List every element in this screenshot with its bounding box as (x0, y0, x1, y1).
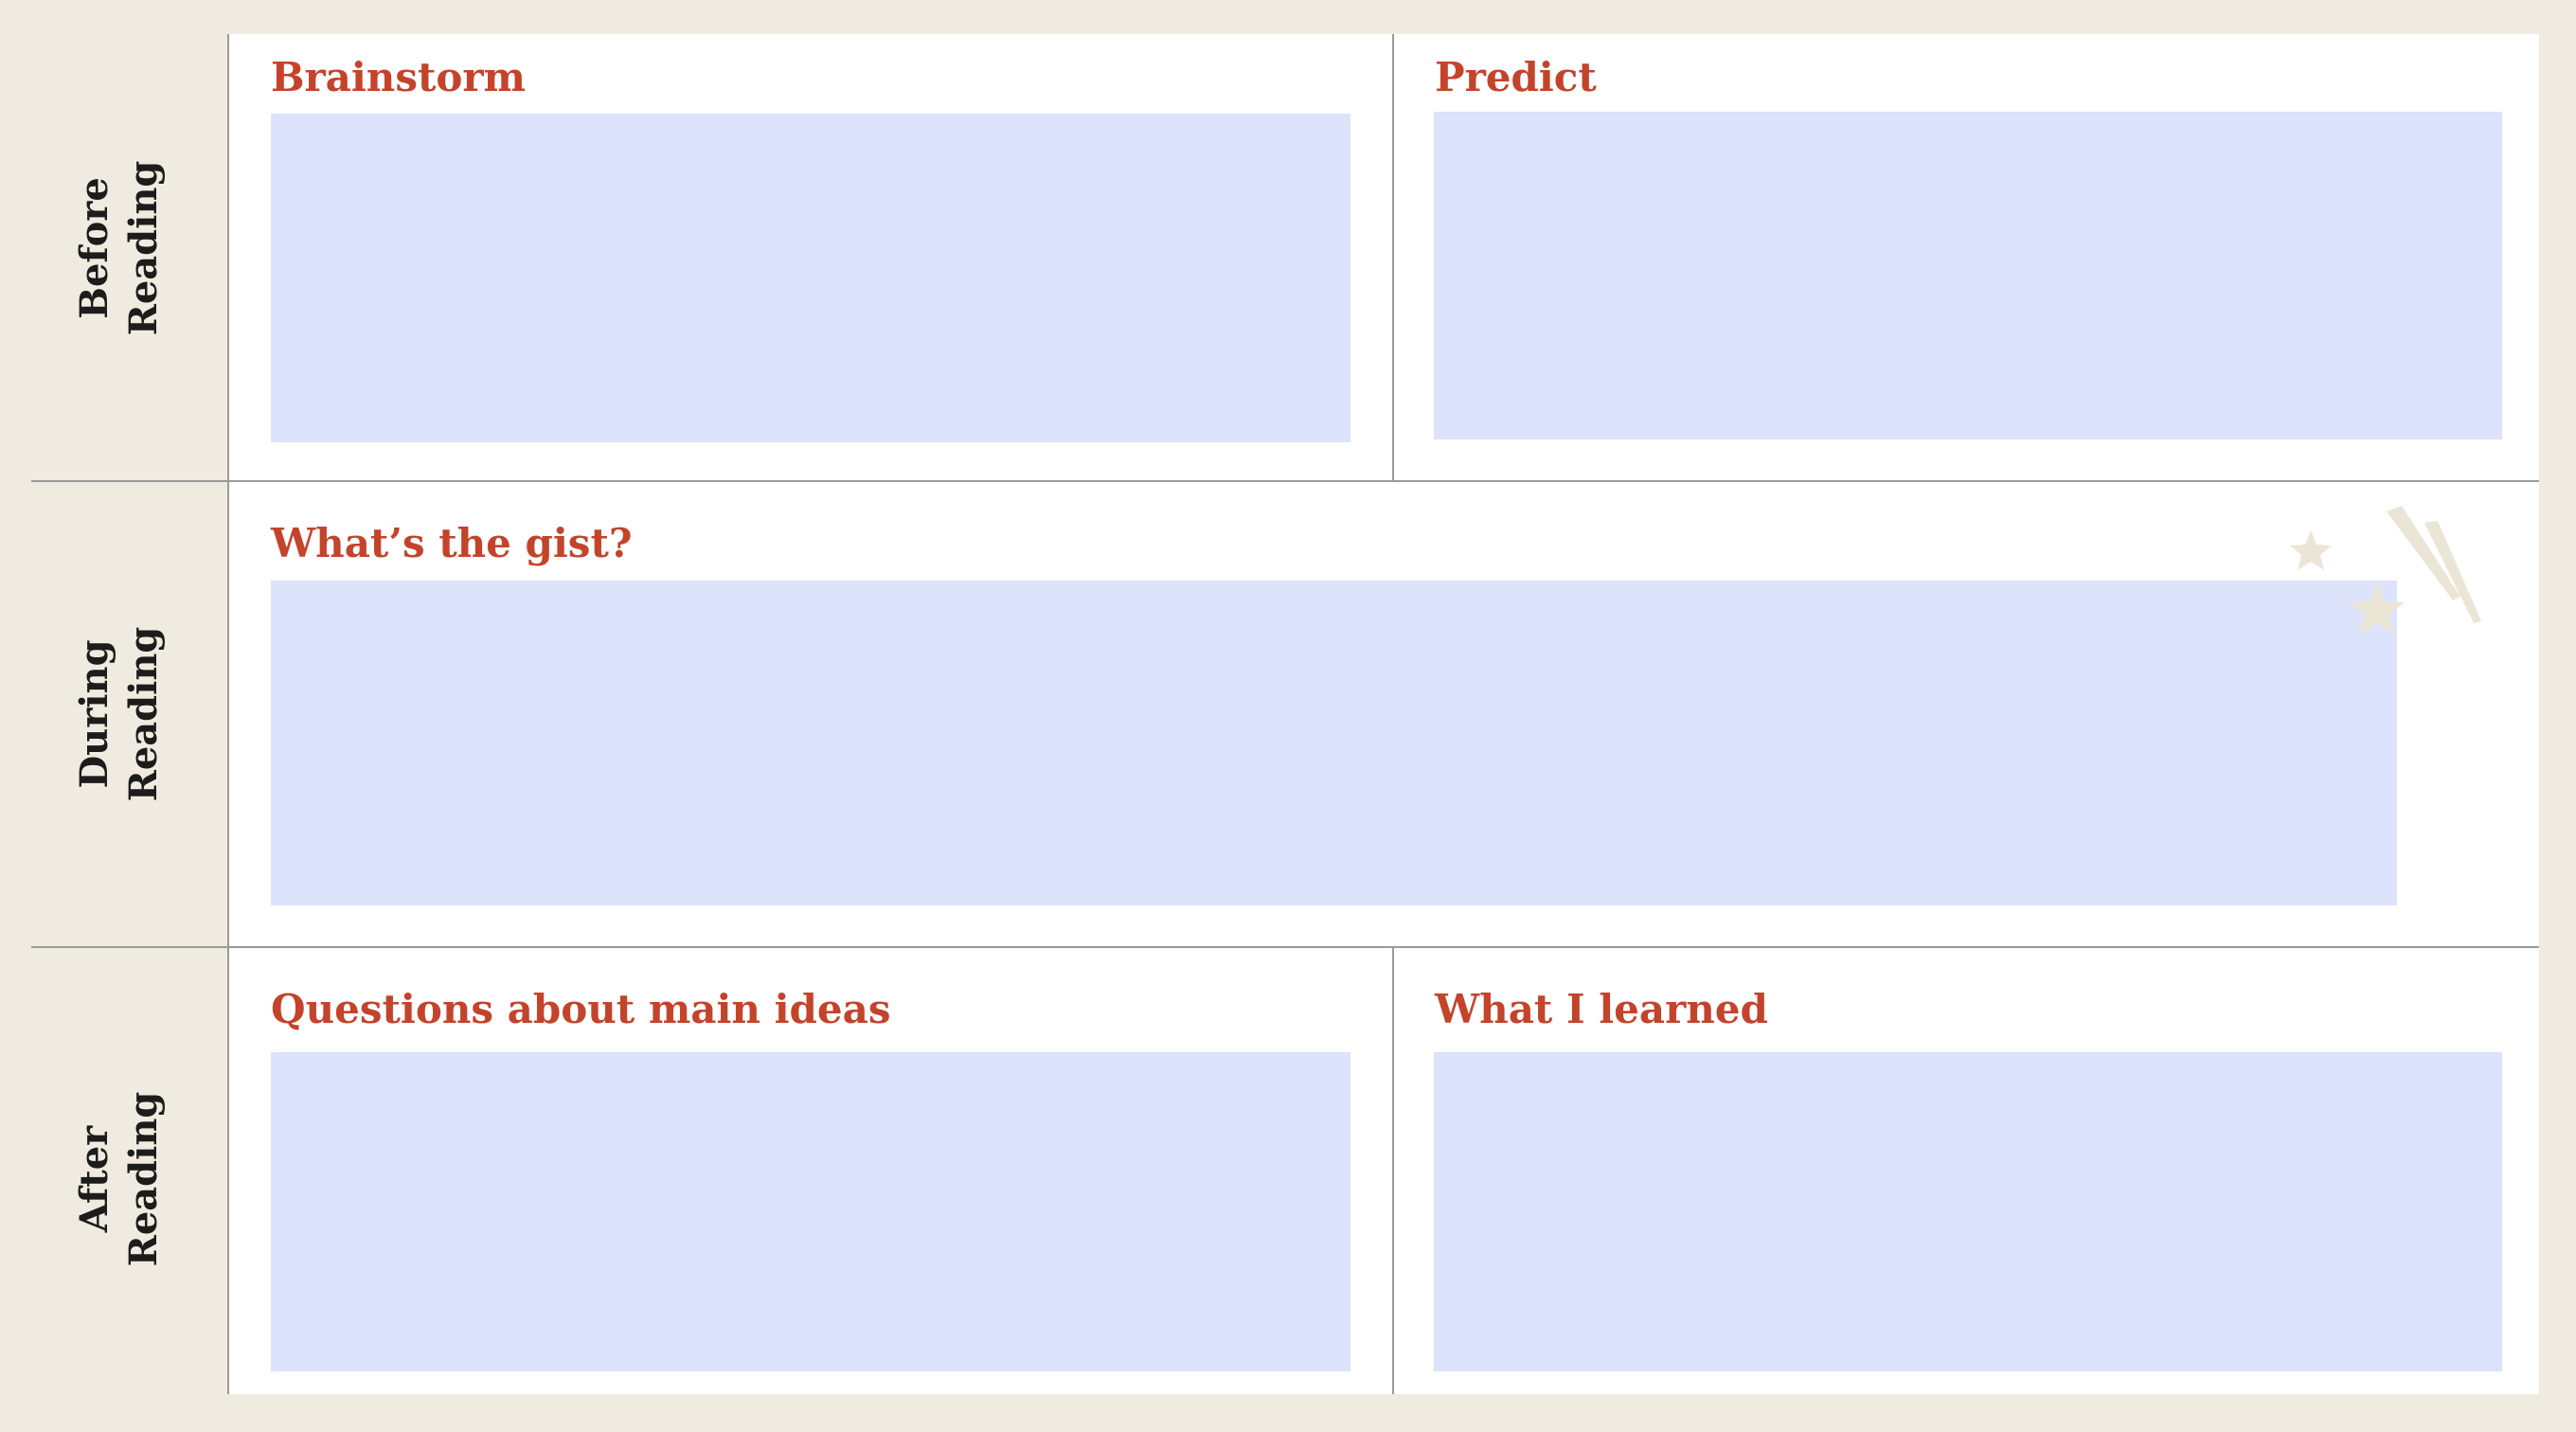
row-label-line: Reading (121, 626, 166, 802)
predict-input[interactable] (1434, 112, 2502, 439)
grid-divider (31, 480, 2539, 482)
row-label-during-reading: During Reading (53, 624, 186, 804)
gist-input[interactable] (271, 581, 2397, 905)
row-label-line: After (72, 1125, 116, 1233)
grid-divider (227, 34, 229, 1394)
grid-divider (31, 946, 2539, 948)
row-label-line: During (72, 639, 116, 789)
brainstorm-input[interactable] (271, 114, 1351, 442)
grid-divider (1392, 34, 1394, 481)
questions-input[interactable] (271, 1052, 1351, 1371)
shooting-stars-icon (2290, 506, 2481, 635)
predict-heading: Predict (1435, 54, 1597, 100)
questions-heading: Questions about main ideas (271, 986, 891, 1032)
gist-heading: What’s the gist? (271, 520, 633, 566)
brainstorm-heading: Brainstorm (271, 54, 526, 100)
learned-heading: What I learned (1435, 986, 1768, 1032)
row-label-line: Before (72, 177, 116, 319)
row-label-before-reading: Before Reading (53, 158, 186, 338)
grid-divider (1392, 947, 1394, 1394)
learned-input[interactable] (1434, 1052, 2502, 1371)
row-label-line: Reading (121, 1091, 166, 1267)
row-label-line: Reading (121, 160, 166, 336)
row-label-after-reading: After Reading (53, 1089, 186, 1269)
